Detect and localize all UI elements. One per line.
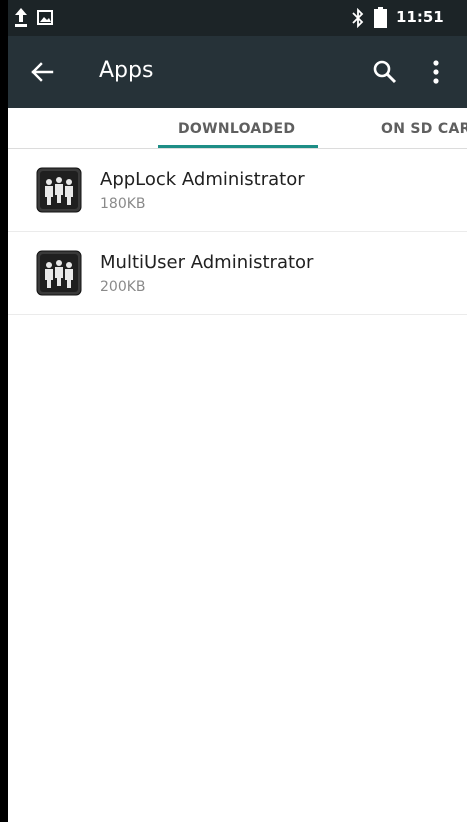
more-vert-icon[interactable] (426, 59, 446, 85)
status-time: 11:51 (396, 8, 444, 26)
back-arrow-icon[interactable] (28, 58, 56, 86)
app-size: 200KB (100, 279, 146, 295)
tab-bar: DOWNLOADED ON SD CARD (8, 108, 467, 149)
image-icon (37, 10, 53, 25)
tab-label: ON SD CARD (381, 121, 467, 137)
multi-user-admin-icon (36, 167, 82, 213)
app-name: AppLock Administrator (100, 169, 305, 190)
app-name: MultiUser Administrator (100, 252, 314, 273)
page-title: Apps (99, 58, 154, 83)
battery-icon (374, 7, 387, 28)
app-bar: Apps (8, 36, 467, 108)
upload-icon (15, 8, 27, 27)
bluetooth-icon (352, 8, 364, 28)
apps-screen: 11:51 Apps DOWNLOADED ON SD CARD (8, 0, 467, 822)
app-size: 180KB (100, 196, 146, 212)
tab-downloaded[interactable]: DOWNLOADED (158, 108, 318, 148)
tab-on-sd-card[interactable]: ON SD CARD (371, 108, 467, 148)
tab-label: DOWNLOADED (178, 121, 296, 137)
search-icon[interactable] (372, 59, 398, 85)
app-list-item-applock[interactable]: AppLock Administrator 180KB (8, 149, 467, 232)
multi-user-admin-icon (36, 250, 82, 296)
app-list-item-multiuser[interactable]: MultiUser Administrator 200KB (8, 232, 467, 315)
tab-indicator (158, 145, 318, 148)
app-list: AppLock Administrator 180KB MultiUser Ad… (8, 149, 467, 315)
status-bar: 11:51 (8, 0, 467, 36)
